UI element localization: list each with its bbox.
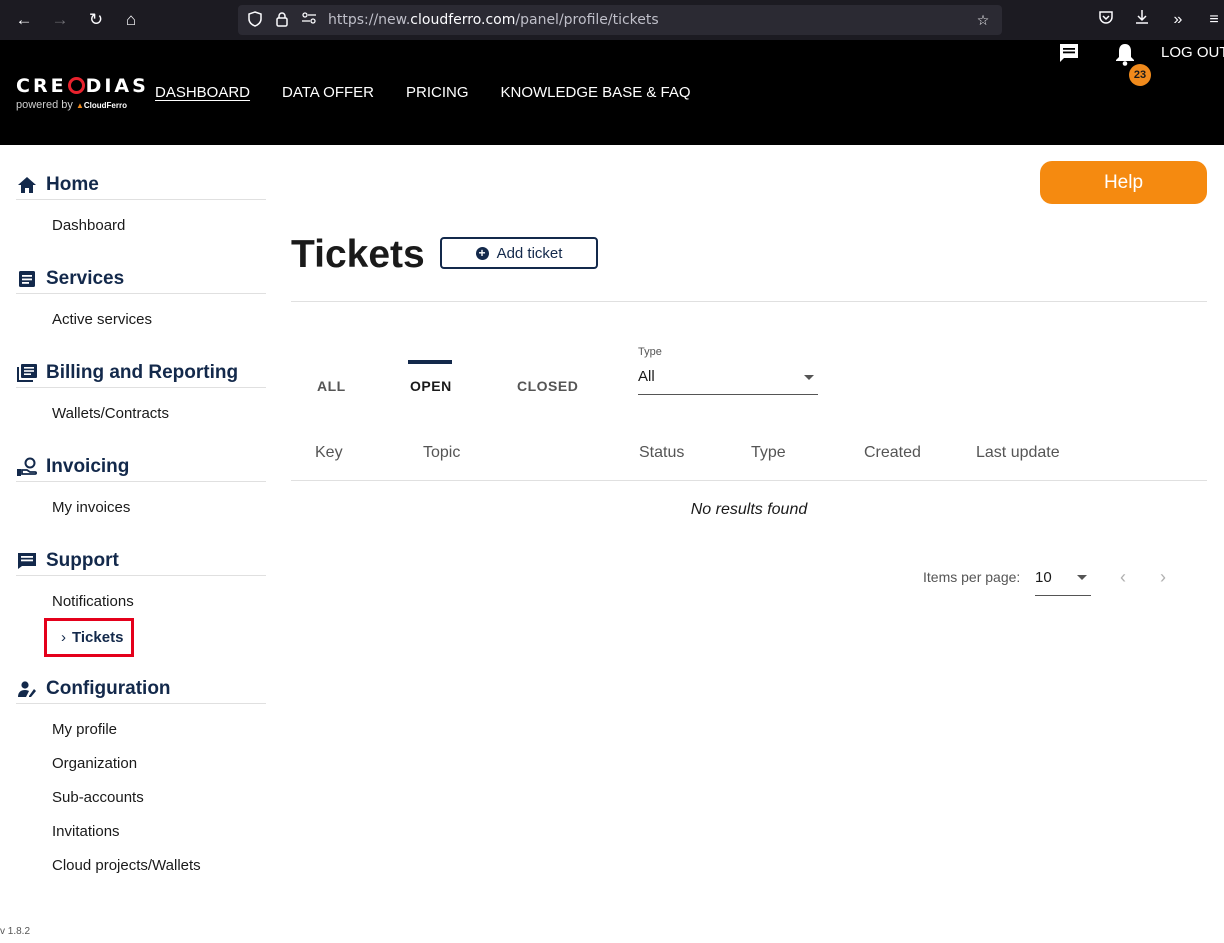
add-ticket-button[interactable]: + Add ticket	[440, 237, 598, 269]
logo-o-ring	[67, 77, 85, 94]
active-tab-indicator	[408, 360, 452, 364]
next-page-icon[interactable]: ›	[1153, 567, 1173, 587]
previous-page-icon[interactable]: ‹	[1113, 567, 1133, 587]
dropdown-arrow-icon	[1077, 575, 1087, 580]
browser-toolbar: ← → ↻ ⌂ https://new.cloudferro.com/panel…	[0, 0, 1224, 40]
menu-hamburger-icon[interactable]: ≡	[1203, 9, 1224, 31]
notifications-bell-icon[interactable]	[1114, 42, 1136, 66]
type-filter-value: All	[638, 368, 655, 385]
services-icon	[16, 268, 38, 290]
sidebar-item-cloud-projects[interactable]: Cloud projects/Wallets	[52, 857, 201, 874]
sidebar-item-tickets[interactable]: › Tickets	[44, 618, 135, 657]
creodias-logo[interactable]: CRE DIAS powered by ▲CloudFerro	[16, 75, 149, 111]
sidebar-item-dashboard[interactable]: Dashboard	[52, 217, 125, 234]
shield-icon[interactable]	[246, 11, 264, 29]
sidebar-item-notifications[interactable]: Notifications	[52, 593, 134, 610]
items-per-page-label: Items per page:	[923, 569, 1021, 585]
bookmark-star-icon[interactable]: ☆	[974, 11, 992, 29]
sidebar-section-configuration[interactable]: Configuration	[16, 674, 266, 704]
type-filter-label: Type	[638, 346, 662, 358]
logout-button[interactable]: LOG OUT	[1161, 44, 1224, 61]
sidebar-section-label: Services	[46, 267, 125, 289]
plus-circle-icon: +	[475, 246, 489, 260]
lock-icon[interactable]	[273, 11, 291, 29]
reload-icon[interactable]: ↻	[85, 9, 107, 31]
configuration-icon	[16, 678, 38, 700]
sidebar-section-services[interactable]: Services	[16, 264, 266, 294]
sidebar-item-invitations[interactable]: Invitations	[52, 823, 120, 840]
column-header-type[interactable]: Type	[751, 444, 786, 462]
sidebar-section-label: Home	[46, 173, 99, 195]
home-browser-icon[interactable]: ⌂	[120, 9, 142, 31]
downloads-icon[interactable]	[1131, 9, 1153, 31]
chat-icon[interactable]	[1058, 43, 1080, 63]
nav-data-offer[interactable]: DATA OFFER	[282, 84, 374, 101]
type-filter-select[interactable]: All	[638, 366, 818, 395]
app-header: CRE DIAS powered by ▲CloudFerro DASHBOARD…	[0, 40, 1224, 145]
sidebar-item-my-invoices[interactable]: My invoices	[52, 499, 130, 516]
nav-pricing[interactable]: PRICING	[406, 84, 469, 101]
column-header-created[interactable]: Created	[864, 444, 921, 462]
home-icon	[16, 174, 38, 196]
sidebar-section-label: Billing and Reporting	[46, 361, 239, 383]
nav-dashboard[interactable]: DASHBOARD	[155, 84, 250, 101]
tab-closed[interactable]: CLOSED	[517, 378, 578, 394]
items-per-page-select[interactable]: 10	[1035, 565, 1091, 596]
back-icon[interactable]: ←	[13, 9, 35, 31]
help-button[interactable]: Help	[1040, 161, 1207, 204]
tab-all[interactable]: ALL	[317, 378, 346, 394]
notification-count-badge: 23	[1129, 64, 1151, 86]
sidebar-section-billing[interactable]: Billing and Reporting	[16, 358, 266, 388]
sidebar-item-my-profile[interactable]: My profile	[52, 721, 117, 738]
empty-results-message: No results found	[690, 501, 808, 518]
sidebar-item-organization[interactable]: Organization	[52, 755, 137, 772]
sidebar-section-label: Configuration	[46, 677, 171, 699]
sidebar-item-wallets-contracts[interactable]: Wallets/Contracts	[52, 405, 169, 422]
pocket-icon[interactable]	[1095, 9, 1117, 31]
nav-knowledge-base[interactable]: KNOWLEDGE BASE & FAQ	[501, 84, 691, 101]
address-bar[interactable]: https://new.cloudferro.com/panel/profile…	[238, 5, 1002, 35]
sidebar-section-support[interactable]: Support	[16, 546, 266, 576]
permissions-icon[interactable]	[300, 11, 318, 29]
add-ticket-label: Add ticket	[496, 244, 563, 262]
sidebar-item-active-services[interactable]: Active services	[52, 311, 152, 328]
chevron-right-icon: ›	[61, 629, 66, 646]
items-per-page-value: 10	[1035, 569, 1052, 586]
column-header-last-update[interactable]: Last update	[976, 444, 1060, 462]
forward-icon[interactable]: →	[49, 9, 71, 31]
billing-icon	[16, 362, 38, 384]
title-divider	[291, 301, 1207, 302]
dropdown-arrow-icon	[804, 375, 814, 380]
column-header-topic[interactable]: Topic	[423, 444, 460, 462]
sidebar-section-home[interactable]: Home	[16, 170, 266, 200]
table-header-divider	[291, 480, 1207, 481]
main-nav: DASHBOARD DATA OFFER PRICING KNOWLEDGE B…	[155, 84, 691, 101]
overflow-chevrons-icon[interactable]: »	[1167, 9, 1189, 31]
column-header-status[interactable]: Status	[639, 444, 684, 462]
sidebar-section-label: Support	[46, 549, 119, 571]
support-icon	[16, 550, 38, 572]
url-text[interactable]: https://new.cloudferro.com/panel/profile…	[328, 12, 659, 28]
page-title: Tickets	[291, 233, 425, 276]
app-version: v 1.8.2	[0, 926, 31, 937]
tab-open[interactable]: OPEN	[410, 378, 452, 394]
sidebar-item-sub-accounts[interactable]: Sub-accounts	[52, 789, 144, 806]
invoicing-icon	[16, 456, 38, 478]
column-header-key[interactable]: Key	[315, 444, 343, 462]
sidebar-section-invoicing[interactable]: Invoicing	[16, 452, 266, 482]
sidebar-section-label: Invoicing	[46, 455, 130, 477]
